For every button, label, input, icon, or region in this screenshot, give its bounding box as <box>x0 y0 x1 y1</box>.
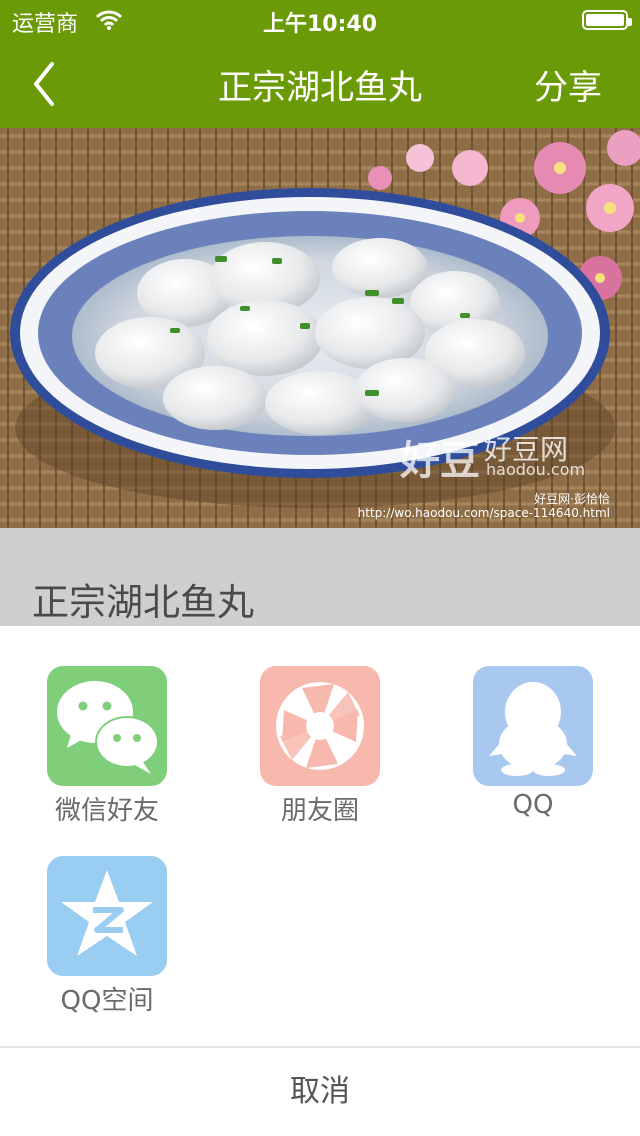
share-button[interactable]: 分享 <box>534 60 602 109</box>
share-qzone[interactable]: QQ空间 <box>27 856 187 1017</box>
share-sheet: 微信好友 朋友圈 QQ QQ空间 取消 <box>0 626 640 1136</box>
qq-icon <box>473 666 593 786</box>
cancel-button[interactable]: 取消 <box>0 1048 640 1136</box>
share-wechat-friend[interactable]: 微信好友 <box>27 666 187 827</box>
watermark-credit: 好豆网·彭恰恰 <box>534 492 610 506</box>
watermark-domain: haodou.com <box>486 460 586 479</box>
share-qq-label: QQ <box>512 790 554 820</box>
qzone-icon <box>47 856 167 976</box>
clock: 上午10:40 <box>262 12 378 37</box>
top-bar: 运营商 上午10:40 正宗湖北鱼丸 分享 <box>0 0 640 128</box>
status-bar: 运营商 上午10:40 <box>0 0 640 40</box>
recipe-title: 正宗湖北鱼丸 <box>32 581 254 624</box>
share-moments-label: 朋友圈 <box>280 796 359 826</box>
share-qq[interactable]: QQ <box>453 666 613 820</box>
share-wechat-friend-label: 微信好友 <box>54 796 159 826</box>
recipe-title-band: 正宗湖北鱼丸 <box>0 528 640 626</box>
navigation-bar: 正宗湖北鱼丸 分享 <box>0 40 640 128</box>
wechat-icon <box>47 666 167 786</box>
watermark-logo: 好豆 <box>400 438 480 484</box>
watermark-url: http://wo.haodou.com/space-114640.html <box>357 506 610 520</box>
moments-icon <box>260 666 380 786</box>
battery-icon <box>582 10 632 30</box>
share-qzone-label: QQ空间 <box>60 986 154 1016</box>
recipe-photo: 好豆 好豆网 haodou.com 好豆网·彭恰恰 http://wo.haod… <box>0 128 640 528</box>
share-moments[interactable]: 朋友圈 <box>240 666 400 827</box>
